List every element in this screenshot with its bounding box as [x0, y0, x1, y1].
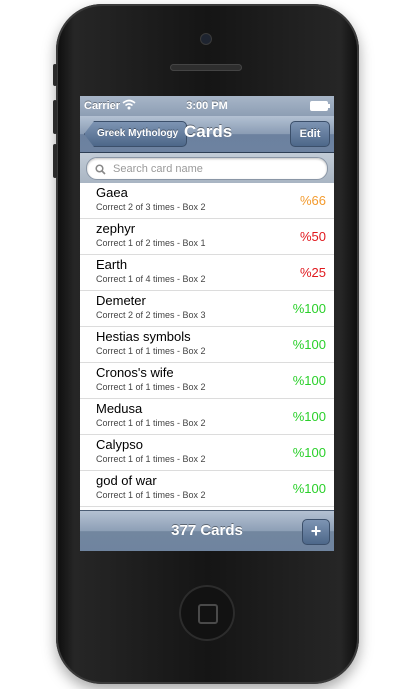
- edit-button[interactable]: Edit: [290, 121, 330, 147]
- card-row[interactable]: Earth Correct 1 of 4 times - Box 2 %25: [80, 255, 334, 291]
- card-row[interactable]: Hestias symbols Correct 1 of 1 times - Bo…: [80, 327, 334, 363]
- card-name: Demeter: [96, 293, 146, 308]
- card-count: 377 Cards: [171, 522, 243, 539]
- card-percent: %25: [299, 265, 326, 280]
- volume-up-button: [53, 100, 57, 134]
- home-button[interactable]: [179, 585, 235, 641]
- card-detail: Correct 1 of 2 times - Box 1: [96, 238, 206, 248]
- card-name: god of war: [96, 473, 157, 488]
- card-name: Earth: [96, 257, 128, 272]
- card-row[interactable]: Cronos's wife Correct 1 of 1 times - Box …: [80, 363, 334, 399]
- battery-icon: [310, 101, 330, 111]
- card-name: Gaea: [96, 185, 128, 200]
- bottom-toolbar: 377 Cards +: [80, 510, 334, 551]
- card-row[interactable]: Demeter Correct 2 of 2 times - Box 3 %100: [80, 291, 334, 327]
- card-detail: Correct 1 of 1 times - Box 2: [96, 382, 206, 392]
- search-input[interactable]: [111, 160, 325, 178]
- card-name: Medusa: [96, 401, 143, 416]
- earpiece-speaker: [170, 64, 242, 71]
- status-bar: Carrier 3:00 PM: [80, 96, 334, 116]
- add-card-button[interactable]: +: [302, 519, 330, 545]
- card-percent: %100: [292, 301, 326, 316]
- card-row[interactable]: Gaea Correct 2 of 3 times - Box 2 %66: [80, 183, 334, 219]
- search-icon: [95, 162, 106, 180]
- card-detail: Correct 1 of 1 times - Box 2: [96, 418, 206, 428]
- card-name: zephyr: [96, 221, 136, 236]
- back-button[interactable]: Greek Mythology: [84, 121, 188, 147]
- card-percent: %66: [299, 193, 326, 208]
- card-row[interactable]: Calypso Correct 1 of 1 times - Box 2 %100: [80, 435, 334, 471]
- app-screen: Carrier 3:00 PM Greek Mythology Cards Ed…: [80, 96, 334, 551]
- card-name: Cronos's wife: [96, 365, 174, 380]
- search-bar: [80, 153, 334, 184]
- card-name: Hestias symbols: [96, 329, 191, 344]
- card-detail: Correct 1 of 1 times - Box 2: [96, 454, 206, 464]
- card-detail: Correct 1 of 1 times - Box 2: [96, 346, 206, 356]
- card-detail: Correct 1 of 1 times - Box 2: [96, 490, 206, 500]
- card-percent: %100: [292, 481, 326, 496]
- card-percent: %100: [292, 373, 326, 388]
- volume-down-button: [53, 144, 57, 178]
- card-detail: Correct 2 of 2 times - Box 3: [96, 310, 206, 320]
- card-list[interactable]: Gaea Correct 2 of 3 times - Box 2 %66 zephy…: [80, 183, 334, 511]
- card-percent: %100: [292, 337, 326, 352]
- card-row[interactable]: Medusa Correct 1 of 1 times - Box 2 %100: [80, 399, 334, 435]
- card-row[interactable]: zephyr Correct 1 of 2 times - Box 1 %50: [80, 219, 334, 255]
- card-row[interactable]: god of war Correct 1 of 1 times - Box 2 %1…: [80, 471, 334, 507]
- card-percent: %100: [292, 445, 326, 460]
- card-percent: %100: [292, 409, 326, 424]
- mute-switch: [53, 64, 57, 86]
- card-name: Calypso: [96, 437, 143, 452]
- navigation-bar: Greek Mythology Cards Edit: [80, 116, 334, 153]
- front-camera: [201, 34, 211, 44]
- status-time: 3:00 PM: [186, 100, 228, 112]
- page-title: Cards: [184, 122, 233, 141]
- card-detail: Correct 2 of 3 times - Box 2: [96, 202, 206, 212]
- card-percent: %50: [299, 229, 326, 244]
- search-field[interactable]: [86, 157, 328, 180]
- card-detail: Correct 1 of 4 times - Box 2: [96, 274, 206, 284]
